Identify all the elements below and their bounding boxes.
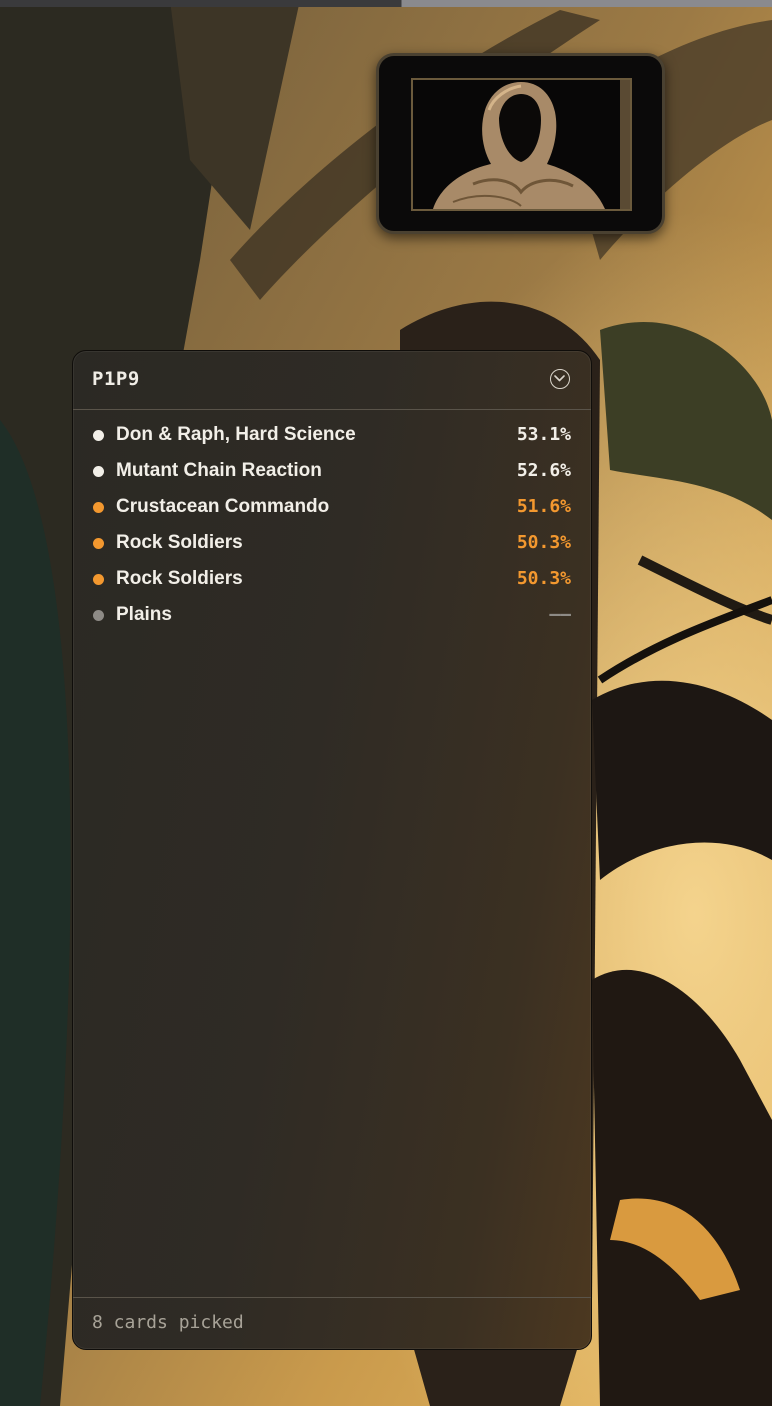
hooded-figure-image xyxy=(411,78,632,211)
chevron-down-circle-icon[interactable] xyxy=(550,369,570,389)
rating-dot-icon xyxy=(93,430,104,441)
pack-pick-title: P1P9 xyxy=(92,368,140,390)
win-rate: 50.3% xyxy=(516,568,571,589)
rating-dot-icon xyxy=(93,466,104,477)
win-rate: 52.6% xyxy=(516,460,571,481)
list-item[interactable]: Crustacean Commando 51.6% xyxy=(73,489,591,525)
pick-list: Don & Raph, Hard Science 53.1% Mutant Ch… xyxy=(73,417,591,633)
card-name: Crustacean Commando xyxy=(116,496,330,517)
win-rate: —— xyxy=(549,604,571,625)
window-top-strip xyxy=(0,0,772,7)
list-item[interactable]: Rock Soldiers 50.3% xyxy=(73,525,591,561)
card-name: Don & Raph, Hard Science xyxy=(116,424,356,445)
win-rate: 50.3% xyxy=(516,532,571,553)
rating-dot-icon xyxy=(93,610,104,621)
draft-pick-panel: P1P9 Don & Raph, Hard Science 53.1% Muta… xyxy=(72,350,592,1350)
panel-footer: 8 cards picked xyxy=(73,1297,591,1349)
rating-dot-icon xyxy=(93,502,104,513)
card-name: Mutant Chain Reaction xyxy=(116,460,322,481)
card-name: Plains xyxy=(116,604,172,625)
list-item[interactable]: Rock Soldiers 50.3% xyxy=(73,561,591,597)
avatar-thumbnail[interactable] xyxy=(376,53,665,234)
rating-dot-icon xyxy=(93,538,104,549)
list-item[interactable]: Mutant Chain Reaction 52.6% xyxy=(73,453,591,489)
win-rate: 53.1% xyxy=(516,424,571,445)
card-name: Rock Soldiers xyxy=(116,568,243,589)
list-item[interactable]: Plains —— xyxy=(73,597,591,633)
rating-dot-icon xyxy=(93,574,104,585)
list-item[interactable]: Don & Raph, Hard Science 53.1% xyxy=(73,417,591,453)
cards-picked-count: 8 cards picked xyxy=(92,1312,244,1333)
win-rate: 51.6% xyxy=(516,496,571,517)
panel-header: P1P9 xyxy=(73,351,591,410)
card-name: Rock Soldiers xyxy=(116,532,243,553)
